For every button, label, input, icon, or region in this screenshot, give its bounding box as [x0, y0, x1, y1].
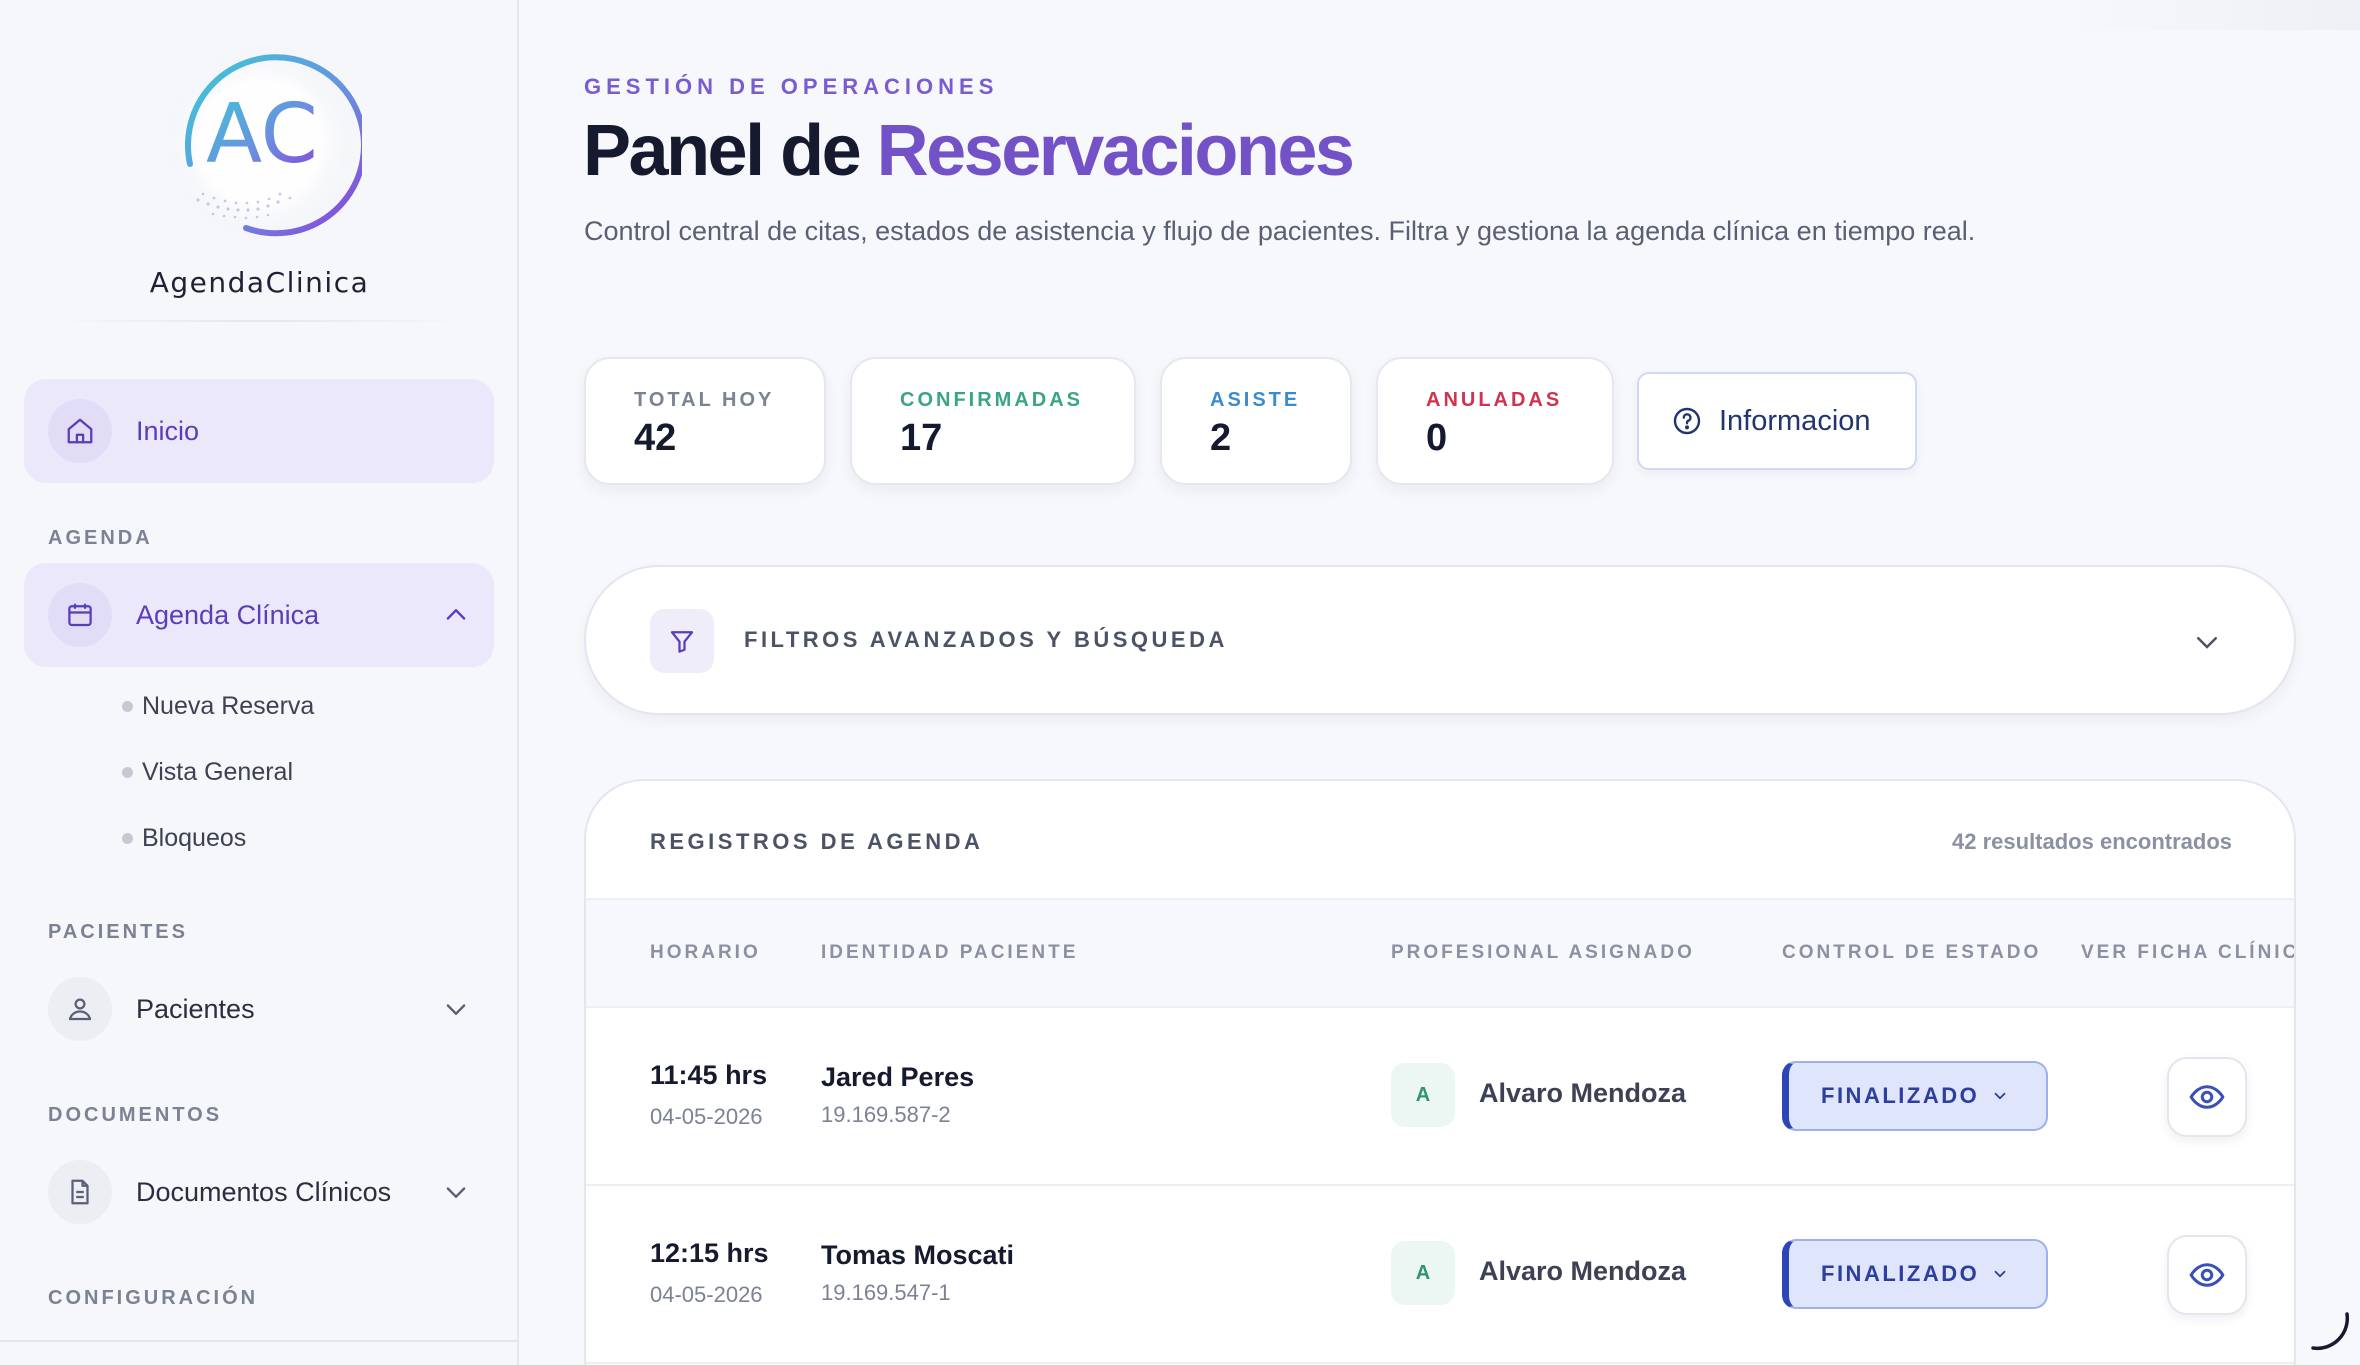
page-title-main: Panel de [583, 111, 877, 191]
document-icon [48, 1160, 112, 1224]
sidebar-item-label: Agenda Clínica [136, 600, 320, 630]
chevron-up-icon[interactable] [442, 601, 470, 629]
status-dropdown[interactable]: FINALIZADO [1782, 1061, 2048, 1131]
appointment-date: 04-05-2026 [650, 1104, 763, 1129]
patient-rut: 19.169.547-1 [821, 1280, 951, 1305]
column-header-horario[interactable]: HORARIO [650, 942, 761, 964]
loading-spinner-icon [2311, 1312, 2350, 1351]
stat-label: ANULADAS [1426, 389, 1563, 411]
professional-name: Alvaro Mendoza [1479, 1078, 1687, 1108]
sidebar-item-label: Inicio [136, 416, 200, 446]
column-header-estado[interactable]: CONTROL DE ESTADO [1782, 942, 2041, 964]
eye-icon [2189, 1085, 2225, 1109]
avatar: A [1391, 1063, 1455, 1127]
table-row: 11:45 hrs 04-05-2026 Jared Peres 19.169.… [586, 1008, 2294, 1186]
bullet-dot [122, 767, 133, 778]
info-button[interactable]: Informacion [1637, 372, 1917, 470]
chevron-down-icon[interactable] [2192, 627, 2222, 657]
sidebar-item-label: Documentos Clínicos [136, 1177, 392, 1207]
professional-name: Alvaro Mendoza [1479, 1256, 1687, 1286]
help-circle-icon [1673, 407, 1701, 435]
chevron-down-icon[interactable] [442, 1178, 470, 1206]
column-header-identidad[interactable]: IDENTIDAD PACIENTE [821, 942, 1078, 964]
stat-label: TOTAL HOY [634, 389, 775, 411]
main-content: GESTIÓN DE OPERACIONES Panel de Reservac… [521, 0, 2360, 1365]
brand-name: AgendaClinica [149, 266, 370, 299]
status-label: FINALIZADO [1821, 1261, 1980, 1286]
brand: AC AgendaClinica [0, 0, 519, 325]
section-title-agenda: AGENDA [48, 527, 153, 549]
column-header-ficha[interactable]: VER FICHA CLÍNICA [2081, 942, 2294, 964]
stat-card-confirmadas: CONFIRMADAS 17 [850, 357, 1136, 485]
chevron-down-icon [1994, 1092, 2006, 1100]
sidebar: AC AgendaClinica Inicio AGENDA Agenda Cl… [0, 0, 519, 1365]
sidebar-divider [0, 1340, 519, 1342]
top-edge-shadow [2050, 0, 2360, 30]
svg-text:AC: AC [206, 87, 318, 182]
page-eyebrow: GESTIÓN DE OPERACIONES [584, 74, 999, 99]
records-table-card: REGISTROS DE AGENDA 42 resultados encont… [584, 779, 2296, 1365]
home-icon [48, 399, 112, 463]
filters-label: FILTROS AVANZADOS Y BÚSQUEDA [744, 627, 1228, 652]
chevron-down-icon [1994, 1270, 2006, 1278]
records-count: 42 resultados encontrados [1952, 829, 2232, 854]
view-record-button[interactable] [2167, 1057, 2247, 1137]
stat-card-asiste: ASISTE 2 [1160, 357, 1352, 485]
sidebar-subitem-label: Bloqueos [142, 824, 247, 852]
stat-value: 2 [1210, 417, 1232, 459]
stat-value: 0 [1426, 417, 1448, 459]
brand-logo[interactable]: AC [158, 44, 362, 240]
sidebar-item-inicio[interactable]: Inicio [24, 379, 494, 483]
appointment-time: 12:15 hrs [650, 1238, 769, 1268]
stat-card-total-hoy: TOTAL HOY 42 [584, 357, 826, 485]
page-description: Control central de citas, estados de asi… [584, 216, 1976, 246]
appointment-time: 11:45 hrs [650, 1060, 768, 1090]
sidebar-item-label: Pacientes [136, 994, 255, 1024]
stat-label: ASISTE [1210, 389, 1301, 411]
sidebar-item-agenda-clinica[interactable]: Agenda Clínica [24, 563, 494, 667]
sidebar-subitem-label: Nueva Reserva [142, 692, 315, 720]
section-title-configuracion: CONFIGURACIÓN [48, 1287, 259, 1309]
column-header-profesional[interactable]: PROFESIONAL ASIGNADO [1391, 942, 1695, 964]
advanced-filters-toggle[interactable]: FILTROS AVANZADOS Y BÚSQUEDA [584, 565, 2296, 715]
sidebar-item-pacientes[interactable]: Pacientes [24, 957, 494, 1061]
bullet-dot [122, 833, 133, 844]
table-row: 12:15 hrs 04-05-2026 Tomas Moscati 19.16… [586, 1186, 2294, 1364]
sidebar-subitem-nueva-reserva[interactable]: Nueva Reserva [122, 686, 315, 726]
eye-icon [2189, 1263, 2225, 1287]
patient-name[interactable]: Jared Peres [821, 1062, 974, 1093]
avatar: A [1391, 1241, 1455, 1305]
info-button-label: Informacion [1719, 404, 1871, 437]
patient-rut: 19.169.587-2 [821, 1102, 951, 1127]
patients-icon [48, 977, 112, 1041]
chevron-down-icon[interactable] [442, 995, 470, 1023]
sidebar-subitem-label: Vista General [142, 758, 294, 786]
bullet-dot [122, 701, 133, 712]
brand-divider [50, 320, 469, 322]
status-dropdown[interactable]: FINALIZADO [1782, 1239, 2048, 1309]
page-title-accent: Reservaciones [876, 111, 1355, 191]
sidebar-subitem-bloqueos[interactable]: Bloqueos [122, 818, 247, 858]
section-title-pacientes: PACIENTES [48, 921, 188, 943]
section-title-documentos: DOCUMENTOS [48, 1104, 223, 1126]
appointment-date: 04-05-2026 [650, 1282, 763, 1307]
stat-value: 42 [634, 417, 677, 459]
view-record-button[interactable] [2167, 1235, 2247, 1315]
patient-name[interactable]: Tomas Moscati [821, 1240, 1014, 1271]
records-title: REGISTROS DE AGENDA [650, 829, 984, 854]
stat-card-anuladas: ANULADAS 0 [1376, 357, 1614, 485]
table-header: HORARIO IDENTIDAD PACIENTE PROFESIONAL A… [586, 898, 2294, 1008]
stat-label: CONFIRMADAS [900, 389, 1083, 411]
filter-icon [650, 609, 714, 673]
sidebar-item-documentos-clinicos[interactable]: Documentos Clínicos [24, 1140, 494, 1244]
page-title: Panel de Reservaciones [583, 110, 1355, 192]
calendar-icon [48, 583, 112, 647]
stat-value: 17 [900, 417, 943, 459]
sidebar-subitem-vista-general[interactable]: Vista General [122, 752, 294, 792]
status-label: FINALIZADO [1821, 1083, 1980, 1108]
